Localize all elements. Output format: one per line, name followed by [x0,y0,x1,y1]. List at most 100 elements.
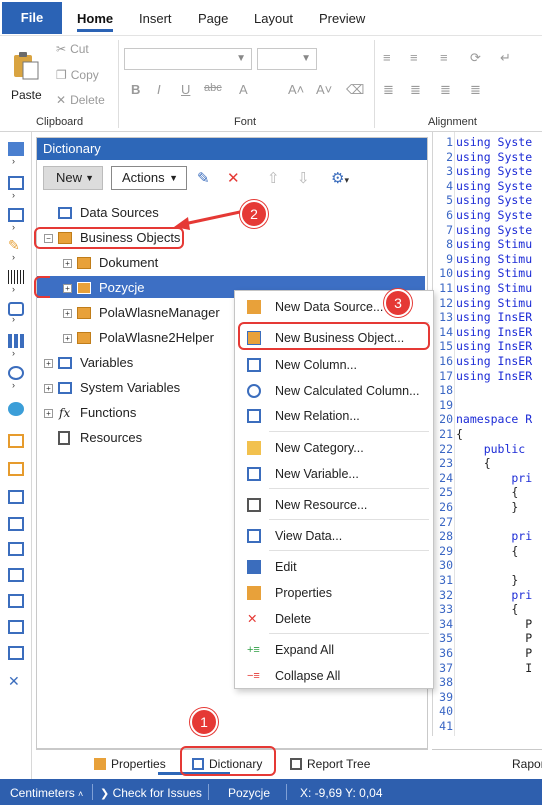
wordwrap-icon[interactable]: ↵ [500,50,511,66]
menu-item-delete[interactable]: ✕ Delete [235,607,433,631]
rotate-text-icon[interactable]: ⟳ [470,50,481,66]
align-center-icon[interactable]: ≣ [410,82,421,98]
chevron-right-icon[interactable]: › [12,252,15,262]
bold-icon[interactable]: B [131,82,140,97]
menu-item-new-resource[interactable]: New Resource... [235,493,433,517]
copy-icon: ❐ [56,68,67,82]
code-editor[interactable]: 1 using Syste 2 using Syste 3 using Syste 4 usi… [432,132,542,736]
move-down-icon[interactable]: ⇩ [297,171,310,186]
paste-icon [14,52,39,80]
grow-font-icon[interactable]: A˄ [288,82,304,97]
menu-item-new-calculated-column[interactable]: New Calculated Column... [235,379,433,403]
menu-item-new-variable[interactable]: New Variable... [235,462,433,486]
code-line: { [456,427,463,441]
copy-label: Copy [70,68,99,82]
tab-page[interactable]: Page [198,0,228,36]
line-number: 16 [439,354,453,368]
chart-icon[interactable] [8,334,24,348]
italic-icon[interactable]: I [157,82,161,97]
chevron-right-icon[interactable]: › [12,380,15,390]
chevron-right-icon[interactable]: › [12,314,15,324]
delete-icon: ✕ [247,612,258,626]
units-selector[interactable]: Centimeters ˄ [10,779,83,805]
font-name-combo[interactable]: ▼ [124,48,252,70]
highlight-business-objects [34,227,184,249]
align-bottom-icon[interactable]: ≡ [440,50,448,65]
expand-toggle-icon[interactable]: + [44,384,53,393]
align-right-icon[interactable]: ≣ [440,82,451,98]
menu-item-folder[interactable]: New Category... [235,436,433,460]
menu-item-edit[interactable]: Edit [235,555,433,579]
container-icon[interactable] [8,434,24,448]
chevron-right-icon: ❯ [100,788,110,800]
align-left-icon[interactable]: ≣ [383,82,394,98]
page-icon[interactable] [8,142,24,156]
delete-button[interactable]: ✕ Delete [56,93,105,107]
shrink-font-icon[interactable]: A˅ [316,82,332,97]
chevron-right-icon[interactable]: › [12,284,15,294]
code-line: { [456,602,519,617]
align-top-icon[interactable]: ≡ [383,50,391,65]
map-icon[interactable] [8,402,24,416]
tab-properties[interactable]: Properties [94,754,166,774]
expand-toggle-icon[interactable]: + [63,284,72,293]
menu-item-properties[interactable]: Properties [235,581,433,605]
tab-preview[interactable]: Preview [319,0,365,36]
underline-icon[interactable]: U [181,82,190,97]
expand-toggle-icon[interactable]: + [63,309,72,318]
actions-button[interactable]: Actions ▼ [111,166,187,190]
pencil-icon[interactable]: ✎ [8,238,24,252]
panel-icon[interactable] [8,462,24,476]
menu-item-new-column[interactable]: New Column... [235,353,433,377]
check-for-issues-button[interactable]: ❯ Check for Issues [100,779,202,805]
expand-toggle-icon[interactable]: + [44,359,53,368]
barcode-icon[interactable] [8,270,24,284]
menu-item-label: Edit [275,560,297,574]
tab-file[interactable]: File [2,2,62,34]
image-icon[interactable] [8,542,24,556]
table-icon[interactable] [8,620,24,634]
tab-raport[interactable]: Rapor [512,754,542,774]
strikethrough-icon[interactable]: abc [204,82,222,94]
business-object-icon [77,282,91,294]
expand-toggle-icon[interactable]: + [44,409,53,418]
line-number: 17 [439,368,453,383]
shapes-icon[interactable] [8,302,24,316]
checkbox-icon[interactable] [8,568,24,582]
clear-format-icon[interactable]: ⌫ [346,82,364,98]
gauge-icon[interactable] [8,366,24,380]
chevron-right-icon[interactable]: › [12,348,15,358]
subreport-icon[interactable] [8,594,24,608]
align-middle-icon[interactable]: ≡ [410,50,418,65]
menu-item-view-data[interactable]: View Data... [235,524,433,548]
gear-icon[interactable]: ⚙▾ [331,171,349,187]
paste-button[interactable]: Paste [6,48,46,108]
expand-toggle-icon[interactable]: + [63,259,72,268]
copy-button[interactable]: ❐ Copy [56,68,99,82]
picture-icon[interactable] [8,646,24,660]
chevron-right-icon[interactable]: › [12,222,15,232]
new-button[interactable]: New ▼ [43,166,103,190]
menu-item-new-relation[interactable]: New Relation... [235,404,433,428]
cross-band-icon[interactable] [8,208,24,222]
menu-item-expand-all[interactable]: +≡ Expand All [235,638,433,662]
move-up-icon[interactable]: ⇧ [267,171,280,186]
tab-report-tree[interactable]: Report Tree [290,754,370,774]
tab-insert[interactable]: Insert [139,0,172,36]
justify-icon[interactable]: ≣ [470,82,481,98]
font-size-combo[interactable]: ▼ [257,48,317,70]
menu-item-collapse-all[interactable]: −≡ Collapse All [235,664,433,688]
band-icon[interactable] [8,176,24,190]
font-color-icon[interactable]: A [239,82,248,97]
edit-icon[interactable]: ✎ [197,171,210,186]
chevron-right-icon[interactable]: › [12,190,15,200]
tools-icon[interactable]: ✕ [8,674,24,688]
tab-home[interactable]: Home [77,0,114,36]
chevron-right-icon[interactable]: › [12,156,15,166]
delete-icon[interactable]: ✕ [227,171,240,186]
cut-button[interactable]: ✂ Cut [56,42,89,56]
expand-toggle-icon[interactable]: + [63,334,72,343]
rich-text-icon[interactable] [8,517,24,531]
text-icon[interactable] [8,490,24,504]
tab-layout[interactable]: Layout [254,0,293,36]
